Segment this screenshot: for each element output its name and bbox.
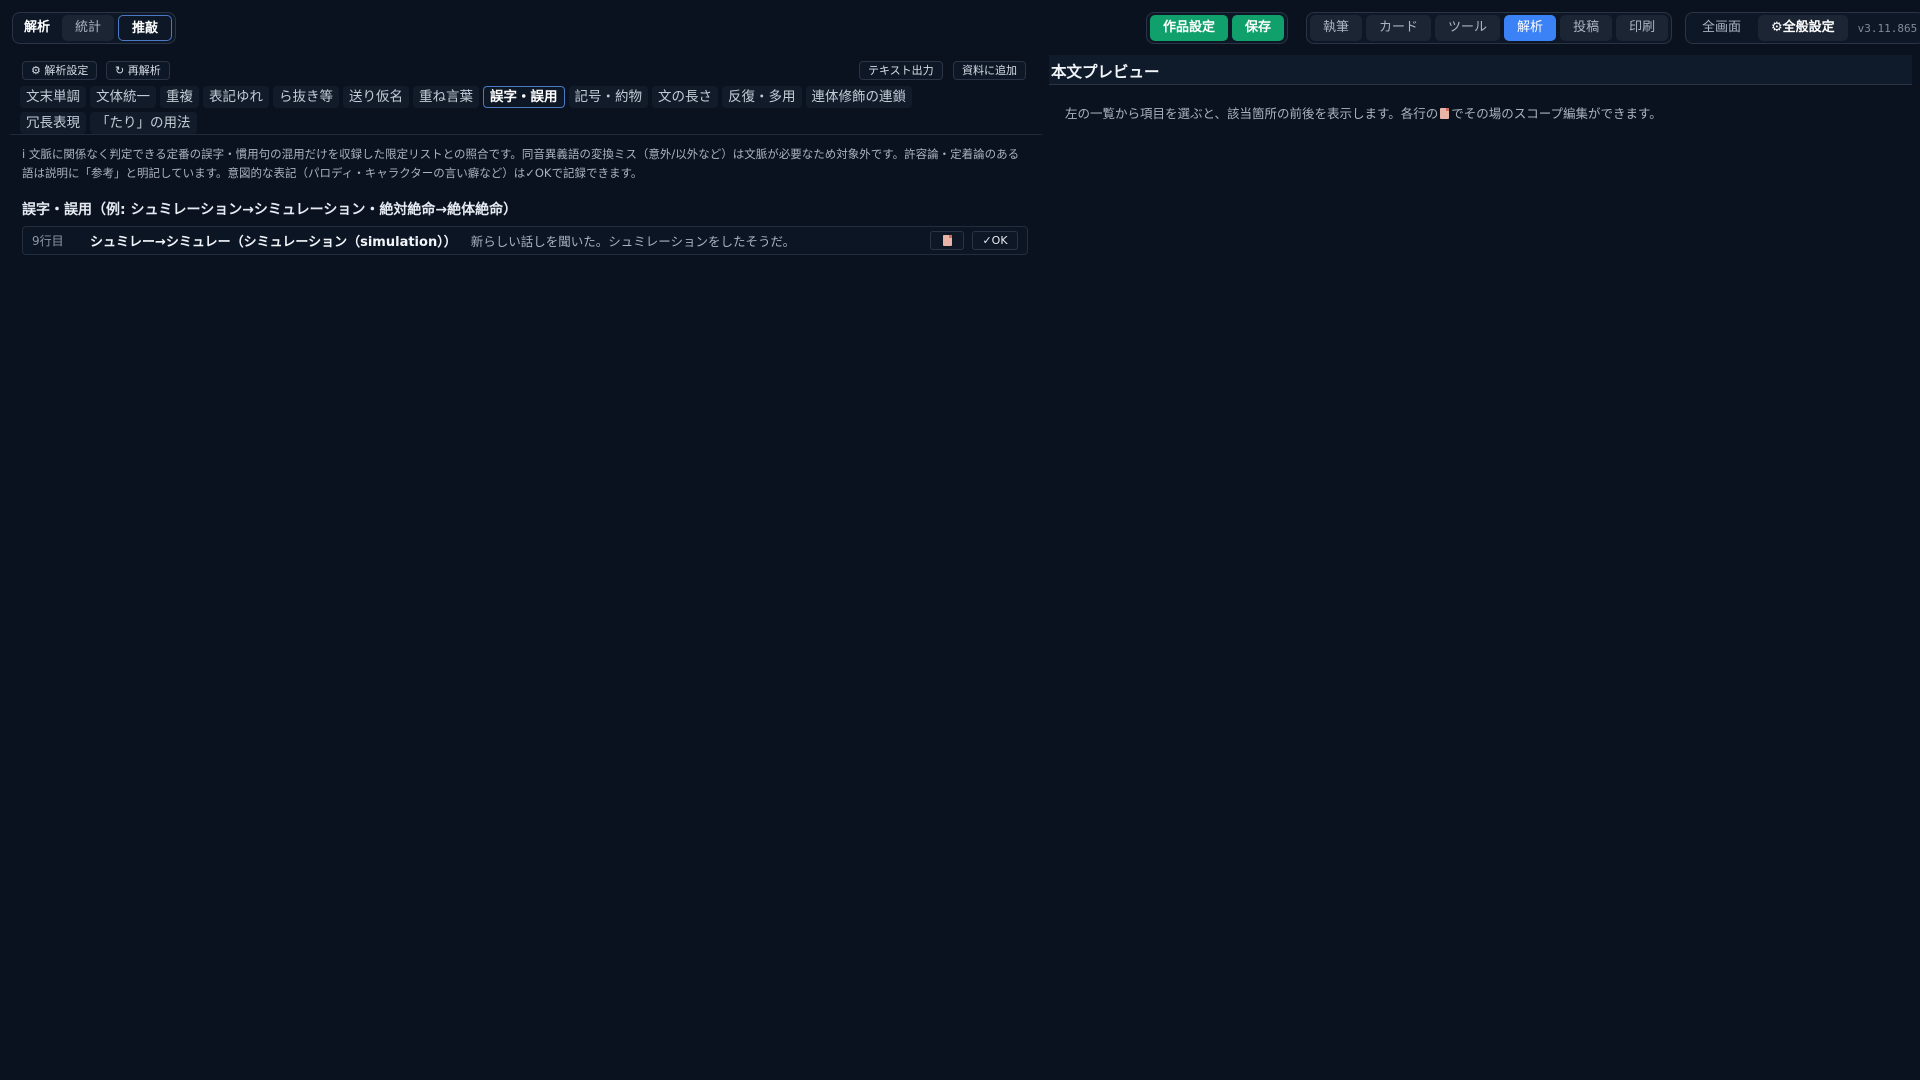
add-to-materials-button[interactable]: 資料に追加 (953, 61, 1026, 80)
preview-hint-after: でその場のスコープ編集ができます。 (1451, 106, 1662, 121)
mode-tab-group: 執筆 カード ツール 解析 投稿 印刷 (1306, 12, 1673, 44)
preview-hint: 左の一覧から項目を選ぶと、該当箇所の前後を表示します。各行の でその場のスコープ編… (1065, 103, 1662, 122)
mode-tab-tools[interactable]: ツール (1435, 15, 1501, 41)
category-tab[interactable]: 表記ゆれ (203, 86, 269, 108)
text-export-button[interactable]: テキスト出力 (859, 61, 943, 80)
preview-hint-before: 左の一覧から項目を選ぶと、該当箇所の前後を表示します。各行の (1065, 106, 1439, 121)
category-tabs-row-1: 文末単調 文体統一 重複 表記ゆれ ら抜き等 送り仮名 重ね言葉 誤字・誤用 記… (20, 86, 912, 108)
category-tab[interactable]: 重複 (160, 86, 199, 108)
category-tab[interactable]: 冗長表現 (20, 112, 86, 134)
category-tab-active[interactable]: 誤字・誤用 (483, 86, 565, 108)
category-tab[interactable]: 「たり」の用法 (90, 112, 197, 134)
window-action-group: 全画面 ⚙全般設定 v3.11.865 (1685, 12, 1920, 44)
save-button[interactable]: 保存 (1232, 15, 1285, 41)
category-tab[interactable]: 送り仮名 (343, 86, 409, 108)
category-tab[interactable]: 記号・約物 (568, 86, 648, 108)
category-tab[interactable]: 連体修飾の連鎖 (805, 86, 912, 108)
category-divider (10, 134, 1042, 135)
result-row[interactable]: 9行目 シュミレー→シミュレー（シミュレーション（simulation）） 新ら… (22, 226, 1028, 255)
category-tab[interactable]: 文末単調 (20, 86, 86, 108)
global-settings-button[interactable]: ⚙全般設定 (1758, 15, 1848, 41)
tab-analysis[interactable]: 解析 (16, 15, 58, 41)
preview-header (1049, 55, 1912, 85)
info-note: ⅰ 文脈に関係なく判定できる定番の誤字・慣用句の混用だけを収録した限定リストとの… (22, 147, 1020, 180)
mode-tab-analysis[interactable]: 解析 (1504, 15, 1557, 41)
tab-stats[interactable]: 統計 (62, 15, 115, 41)
category-tab[interactable]: 反復・多用 (722, 86, 802, 108)
tab-suggest[interactable]: 推敲 (118, 15, 173, 41)
preview-title: 本文プレビュー (1051, 63, 1160, 81)
scope-edit-button[interactable] (930, 231, 964, 250)
fullscreen-button[interactable]: 全画面 (1689, 15, 1754, 41)
result-context: 新らしい話しを聞いた。シュミレーションをしたそうだ。 (470, 234, 796, 249)
mode-tab-post[interactable]: 投稿 (1560, 15, 1613, 41)
document-icon (1440, 108, 1450, 119)
result-line-number: 9行目 (32, 234, 64, 248)
result-correction: シュミレー→シミュレー（シミュレーション（simulation）） (90, 235, 457, 250)
mode-tab-card[interactable]: カード (1366, 15, 1432, 41)
work-action-group: 作品設定 保存 (1146, 12, 1289, 44)
category-tab[interactable]: 重ね言葉 (413, 86, 479, 108)
mode-tab-write[interactable]: 執筆 (1310, 15, 1363, 41)
category-tab[interactable]: 文の長さ (652, 86, 718, 108)
reanalyze-button[interactable]: ↻ 再解析 (106, 61, 170, 80)
version-label: v3.11.865 (1857, 21, 1918, 35)
ok-button[interactable]: ✓OK (972, 231, 1018, 250)
analysis-settings-button[interactable]: ⚙ 解析設定 (22, 61, 98, 80)
category-tab[interactable]: ら抜き等 (273, 86, 339, 108)
section-title: 誤字・誤用（例: シュミレーション→シミュレーション・絶対絶命→絶体絶命） (22, 202, 518, 218)
mode-tab-print[interactable]: 印刷 (1616, 15, 1669, 41)
view-tab-group: 解析 統計 推敲 (12, 12, 177, 44)
document-icon (942, 235, 952, 246)
work-settings-button[interactable]: 作品設定 (1150, 15, 1229, 41)
category-tab[interactable]: 文体統一 (90, 86, 156, 108)
category-tabs-row-2: 冗長表現 「たり」の用法 (20, 112, 197, 134)
